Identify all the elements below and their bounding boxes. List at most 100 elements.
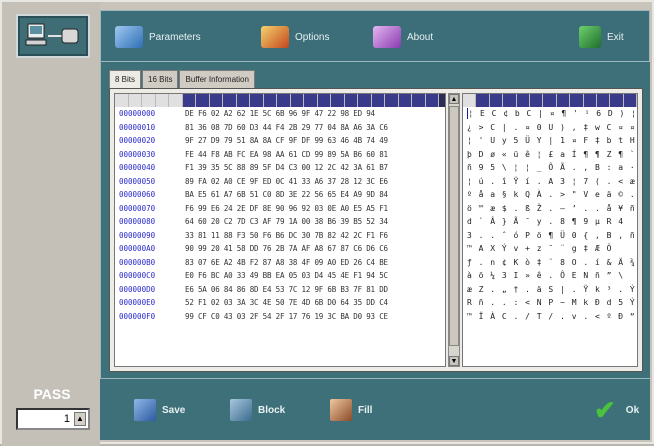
hex-row[interactable]: 00000050 89 FA 02 A0 CE 9F ED 0C 41 33 A6… (115, 175, 445, 189)
view-tabs: 8 Bits 16 Bits Buffer Information (109, 70, 256, 88)
options-button[interactable]: Options (261, 25, 329, 49)
tab-buffer-information[interactable]: Buffer Information (179, 70, 255, 88)
hex-row[interactable]: 00000090 33 81 11 88 F3 50 F6 B6 DC 30 7B… (115, 229, 445, 243)
row-bytes: 81 36 08 7D 60 D3 44 F4 2B 29 77 04 8A A… (185, 122, 388, 132)
row-address: 000000F0 (119, 311, 156, 321)
row-bytes: F6 99 E6 24 2E DF 8E 90 96 92 03 0E A0 E… (185, 203, 388, 213)
block-label: Block (258, 404, 286, 416)
ascii-row[interactable]: ö ™ æ $ . ß Ž . – ’ . . å ¥ ñ (463, 202, 637, 216)
ascii-row[interactable]: R ñ . . : < N P ~ M k Ð d 5 Ý Ä (463, 296, 637, 310)
ascii-row[interactable]: ƒ . n ¢ K ò ‡ ¨ 8 O . í & Ä ¾ (463, 256, 637, 270)
ascii-text: º å a § k Q À . > " V e ä © . (467, 190, 636, 200)
ok-label: Ok (625, 404, 640, 416)
hex-row[interactable]: 000000C0 E0 F6 BC A0 33 49 BB EA 05 03 D4… (115, 269, 445, 283)
header-cell (196, 94, 210, 107)
header-cell (277, 94, 291, 107)
ascii-row[interactable]: æ Z . „ † . ä S | . Ÿ k ³ . Ý (463, 283, 637, 297)
header-cell (425, 94, 439, 107)
vertical-scrollbar[interactable]: ▲ ▼ (448, 93, 460, 367)
ascii-row[interactable]: 3 . . ˆ ó P ö ¶ Ü 0 { ‚ B , ñ ö (463, 229, 637, 243)
ascii-row[interactable]: ™ A X Ý v + z ¯ ¨ g ‡ Æ Ö (463, 242, 637, 256)
pass-spinner-button[interactable]: ▲ (74, 412, 86, 426)
ascii-row[interactable]: ¦ ' U y 5 Ü Y | 1 ¤ F ‡ b t H l (463, 134, 637, 148)
ascii-row[interactable]: ¿ > C | . ¤ 0 U ) , ‡ w C ¤ ¤ . C 8 (463, 121, 637, 135)
header-cell (236, 94, 250, 107)
header-cell (182, 94, 196, 107)
header-cell (476, 94, 490, 107)
parameters-button[interactable]: Parameters (115, 25, 201, 49)
hex-editor: 00000000 DE F6 02 A2 62 1E 5C 6B 96 9F 47… (109, 88, 643, 372)
app-logo-icon[interactable] (16, 14, 90, 58)
header-cell (209, 94, 223, 107)
top-toolbar: Parameters Options About Exit (100, 10, 650, 62)
options-icon (261, 26, 289, 48)
hex-row[interactable]: 000000D0 E6 5A 06 84 86 8D E4 53 7C 12 9F… (115, 283, 445, 297)
pass-count-input[interactable]: 1 ▲ (16, 408, 90, 430)
row-bytes: 33 81 11 88 F3 50 F6 B6 DC 30 7B 82 42 2… (185, 230, 388, 240)
ascii-text: ƒ . n ¢ K ò ‡ ¨ 8 O . í & Ä ¾ (467, 257, 636, 267)
hex-row[interactable]: 000000E0 52 F1 02 03 3A 3C 4E 50 7E 4D 6B… (115, 296, 445, 310)
block-button[interactable]: Block (230, 399, 285, 421)
hex-row[interactable]: 00000040 F1 39 35 5C 88 89 5F D4 C3 00 12… (115, 161, 445, 175)
ascii-row[interactable]: þ D ø « ü ê ¦ £ a Í ¶ ¶ Z ¶ ` ¦ (463, 148, 637, 162)
hex-row[interactable]: 000000B0 83 07 6E A2 4B F2 87 A8 38 4F 09… (115, 256, 445, 270)
tab-8-bits[interactable]: 8 Bits (109, 70, 142, 88)
ok-button[interactable]: ✔ Ok (594, 397, 640, 423)
row-bytes: 83 07 6E A2 4B F2 87 A8 38 4F 09 A0 ED 2… (185, 257, 388, 267)
header-cell (331, 94, 345, 107)
header-cell (623, 94, 637, 107)
row-bytes: 99 CF C0 43 03 2F 54 2F 17 76 19 3C BA D… (185, 311, 388, 321)
ascii-grid[interactable]: ¦ E C ¢ b C | ¤ ¶ ' ¹ 6 D ) ¦ ¿ > C | . … (462, 93, 638, 367)
app-window: PASS 1 ▲ Parameters Options About Exit 8… (0, 0, 654, 446)
pass-count-value: 1 (63, 413, 70, 425)
hex-row[interactable]: 00000080 64 60 20 C2 7D C3 AF 79 1A 00 38… (115, 215, 445, 229)
header-cell (596, 94, 611, 107)
exit-button[interactable]: Exit (579, 25, 624, 49)
scroll-down-icon[interactable]: ▼ (449, 356, 459, 366)
hex-grid[interactable]: 00000000 DE F6 02 A2 62 1E 5C 6B 96 9F 47… (114, 93, 446, 367)
block-icon (230, 399, 252, 421)
header-cell (115, 94, 129, 107)
hex-row[interactable]: 00000060 BA E5 61 A7 6B 51 C0 8D 3E 22 56… (115, 188, 445, 202)
ascii-text: ¿ > C | . ¤ 0 U ) , ‡ w C ¤ ¤ . C 8 (467, 122, 637, 132)
ascii-row[interactable]: ñ 9 5 \ ¦ ¦ _ Ô Ã . , B : a · (463, 161, 637, 175)
ascii-text: æ Z . „ † . ä S | . Ÿ k ³ . Ý (467, 284, 636, 294)
hex-row[interactable]: 00000010 81 36 08 7D 60 D3 44 F4 2B 29 77… (115, 121, 445, 135)
fill-button[interactable]: Fill (330, 399, 372, 421)
save-button[interactable]: Save (134, 399, 185, 421)
fill-icon (330, 399, 352, 421)
ascii-text: ¦ ú . î Ÿ í . A 3 ¦ 7 ( . < æ (467, 176, 636, 186)
scroll-thumb[interactable] (449, 106, 459, 346)
hex-row[interactable]: 00000030 FE 44 F8 AB FC EA 98 AA 61 CD 99… (115, 148, 445, 162)
ascii-row[interactable]: d ` Â } Ã ¯ y . 8 ¶ 9 µ R 4 (463, 215, 637, 229)
hex-row[interactable]: 00000020 9F 27 D9 79 51 8A 8A CF 9F DF 99… (115, 134, 445, 148)
scroll-up-icon[interactable]: ▲ (449, 94, 459, 104)
header-cell (304, 94, 318, 107)
tab-16-bits[interactable]: 16 Bits (142, 70, 179, 88)
row-address: 00000020 (119, 136, 156, 146)
row-address: 00000000 (119, 109, 156, 119)
hex-row[interactable]: 000000F0 99 CF C0 43 03 2F 54 2F 17 76 19… (115, 310, 445, 324)
row-bytes: F1 39 35 5C 88 89 5F D4 C3 00 12 2C 42 3… (185, 163, 388, 173)
ascii-row[interactable]: ¦ E C ¢ b C | ¤ ¶ ' ¹ 6 D ) ¦ (463, 107, 637, 121)
editor-panel: 8 Bits 16 Bits Buffer Information 000000… (100, 62, 650, 378)
ascii-row[interactable]: ¦ ú . î Ÿ í . A 3 ¦ 7 ( . < æ (463, 175, 637, 189)
hex-row[interactable]: 00000000 DE F6 02 A2 62 1E 5C 6B 96 9F 47… (115, 107, 445, 121)
row-bytes: 90 99 20 41 58 DD 76 2B 7A AF A8 67 87 C… (185, 244, 388, 254)
ascii-text: 3 . . ˆ ó P ö ¶ Ü 0 { ‚ B , ñ ö (467, 230, 638, 240)
ascii-row[interactable]: ™ Ï À C . / T / . v . < º Ð “ Î (463, 310, 637, 324)
ascii-text: R ñ . . : < N P ~ M k Ð d 5 Ý Ä (467, 298, 638, 308)
ascii-row[interactable]: à ö ¼ 3 I » ê . Ô E N ñ ” \ (463, 269, 637, 283)
header-cell (516, 94, 530, 107)
hex-row[interactable]: 00000070 F6 99 E6 24 2E DF 8E 90 96 92 03… (115, 202, 445, 216)
hex-row[interactable]: 000000A0 90 99 20 41 58 DD 76 2B 7A AF A8… (115, 242, 445, 256)
ascii-text: ™ A X Ý v + z ¯ ¨ g ‡ Æ Ö (467, 244, 613, 254)
header-cell (610, 94, 624, 107)
about-button[interactable]: About (373, 25, 433, 49)
exit-icon (579, 26, 601, 48)
header-cell (489, 94, 504, 107)
ascii-row[interactable]: º å a § k Q À . > " V e ä © . (463, 188, 637, 202)
ascii-text: d ` Â } Ã ¯ y . 8 ¶ 9 µ R 4 (467, 217, 625, 227)
row-bytes: E0 F6 BC A0 33 49 BB EA 05 03 D4 45 4E F… (185, 271, 388, 281)
save-label: Save (162, 404, 186, 416)
